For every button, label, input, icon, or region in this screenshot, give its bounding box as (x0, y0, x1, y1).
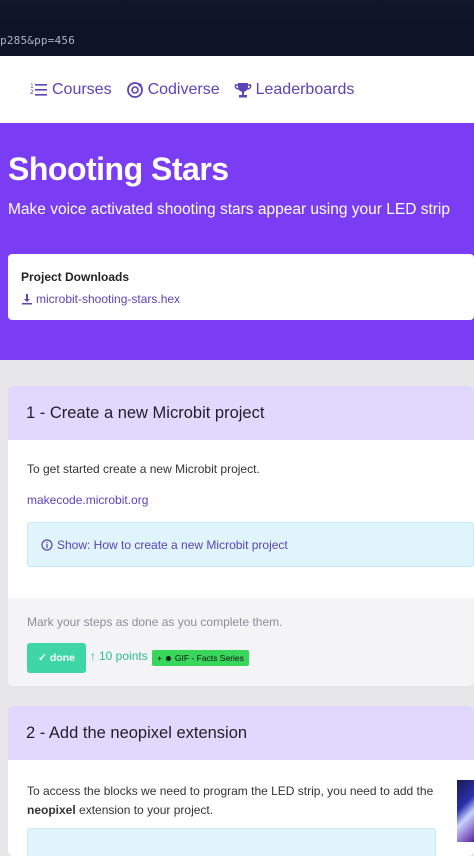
nav-item-codiverse[interactable]: Codiverse (126, 81, 220, 99)
step-2-text: To access the blocks we need to program … (27, 782, 457, 820)
step-2-text-end: extension to your project. (75, 803, 214, 817)
step-heading-1: 1 - Create a new Microbit project (8, 386, 474, 440)
nav-label-codiverse: Codiverse (147, 80, 220, 98)
side-image-thumbnail (457, 780, 474, 842)
download-icon (22, 294, 32, 305)
done-hint: Mark your steps as done as you complete … (27, 615, 283, 629)
project-downloads-panel: Project Downloads microbit-shooting-star… (8, 254, 474, 320)
nav-item-courses[interactable]: 1 2 Courses (30, 81, 112, 99)
neopixel-term: neopixel (27, 803, 76, 817)
nav-label-courses: Courses (52, 80, 112, 98)
reward-badge: + ☻ GIF - Facts Series (152, 650, 249, 666)
step-card-1: 1 - Create a new Microbit project To get… (8, 386, 474, 686)
points-label: 10 points (99, 649, 148, 663)
step-completion-bar: Mark your steps as done as you complete … (8, 598, 474, 686)
project-hero: Shooting Stars Make voice activated shoo… (0, 123, 474, 360)
svg-text:2: 2 (30, 89, 34, 96)
list-numbered-icon: 1 2 (30, 83, 47, 96)
done-label: done (49, 652, 75, 664)
browser-address-bar[interactable]: p285&pp=456 (0, 0, 474, 56)
mascot-icon: ☻ (163, 653, 173, 663)
done-button[interactable]: ✓ done (27, 643, 86, 673)
makecode-link[interactable]: makecode.microbit.org (27, 493, 148, 507)
codiverse-icon (126, 81, 143, 98)
points-indicator: ↑ 10 points (90, 649, 148, 663)
show-how-to-toggle[interactable]: Show: How to create a new Microbit proje… (27, 522, 474, 567)
step-heading-2: 2 - Add the neopixel extension (8, 706, 474, 760)
check-icon: ✓ (38, 652, 47, 664)
page-subtitle: Make voice activated shooting stars appe… (8, 201, 450, 218)
downloads-title: Project Downloads (21, 270, 130, 284)
info-icon (41, 538, 53, 551)
show-how-to-label: Show: How to create a new Microbit proje… (57, 537, 288, 552)
trophy-icon (234, 82, 251, 97)
step-card-2: 2 - Add the neopixel extension To access… (8, 706, 474, 856)
nav-item-leaderboards[interactable]: Leaderboards (234, 80, 355, 99)
arrow-up-icon: ↑ (90, 649, 96, 663)
step-1-text: To get started create a new Microbit pro… (27, 462, 260, 476)
nav-label-leaderboards: Leaderboards (255, 80, 355, 98)
download-file-name: microbit-shooting-stars.hex (36, 292, 181, 306)
step-2-info-box[interactable] (27, 828, 436, 856)
address-text: p285&pp=456 (0, 34, 76, 47)
step-2-text-start: To access the blocks we need to program … (27, 784, 434, 798)
page-title: Shooting Stars (8, 151, 229, 187)
top-navigation: 1 2 Courses Codiverse Leaderboards (0, 56, 474, 123)
plus-icon: + (157, 653, 162, 663)
download-file-link[interactable]: microbit-shooting-stars.hex (21, 292, 180, 306)
badge-label: GIF - Facts Series (174, 653, 244, 663)
